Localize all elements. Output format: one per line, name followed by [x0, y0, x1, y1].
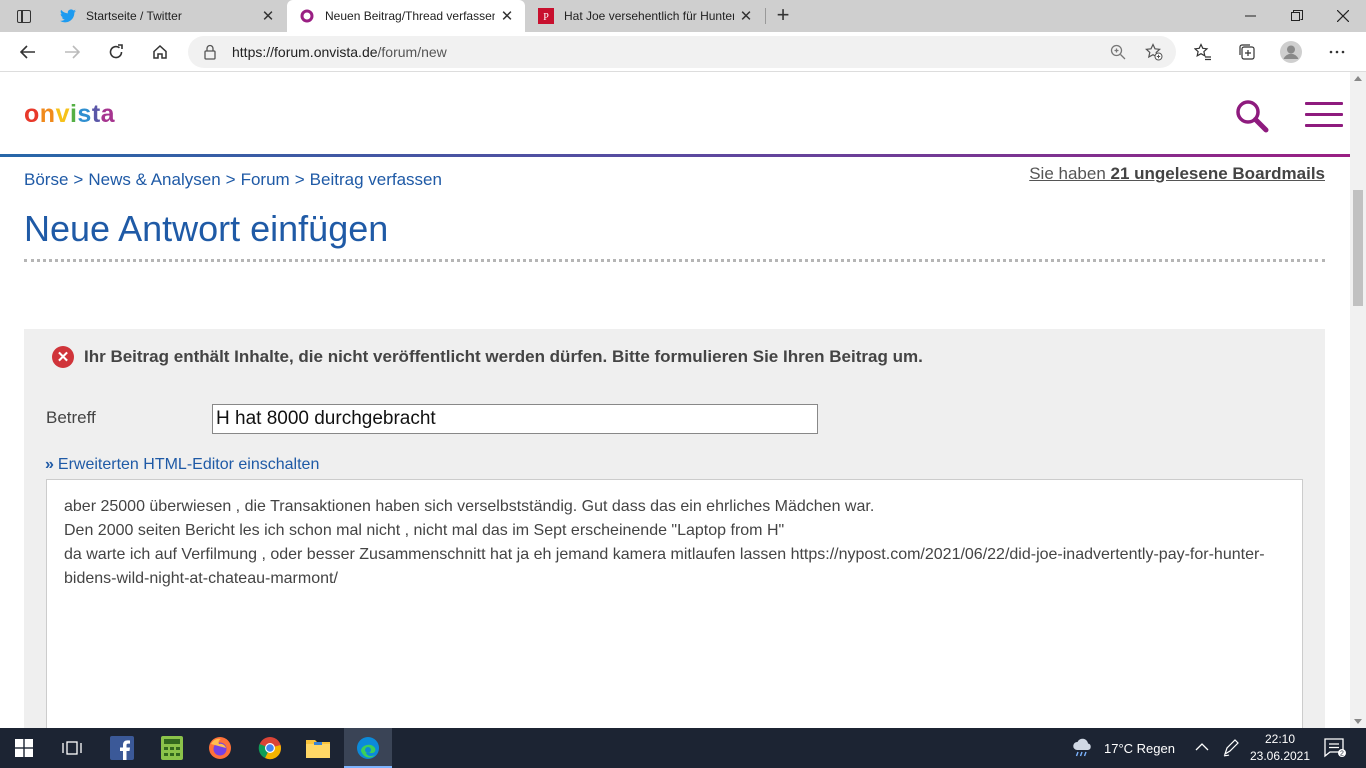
scroll-down-icon[interactable]: [1354, 719, 1362, 724]
message-line: Den 2000 seiten Bericht les ich schon ma…: [64, 519, 1285, 543]
forward-icon[interactable]: [57, 37, 87, 67]
boardmail-prefix: Sie haben: [1029, 164, 1110, 183]
page-content: onvista Börse > News & Analysen > Forum > Beit…: [0, 72, 1350, 728]
windows-start-icon[interactable]: [0, 728, 48, 768]
page-title: Neue Antwort einfügen: [24, 208, 388, 250]
reply-form: ✕ Ihr Beitrag enthält Inhalte, die nicht…: [24, 329, 1325, 728]
onvista-icon: [299, 8, 315, 24]
double-chevron-icon: »: [45, 456, 54, 473]
tab-separator: [765, 8, 766, 24]
calculator-icon[interactable]: [148, 728, 196, 768]
breadcrumb-news-analysen[interactable]: News & Analysen: [88, 170, 220, 189]
onvista-logo[interactable]: onvista: [24, 100, 115, 129]
file-explorer-icon[interactable]: [294, 728, 342, 768]
more-options-icon[interactable]: [1322, 37, 1352, 67]
tab-title: Startseite / Twitter: [86, 9, 256, 23]
tab-title: Neuen Beitrag/Thread verfassen: [325, 9, 495, 23]
lock-icon[interactable]: [204, 44, 216, 60]
logo-letter: s: [77, 100, 91, 129]
breadcrumb-separator: >: [73, 170, 83, 189]
error-text: Ihr Beitrag enthält Inhalte, die nicht v…: [84, 347, 923, 367]
twitter-icon: [60, 8, 76, 24]
browser-tab-strip: Startseite / Twitter ✕ Neuen Beitrag/Thr…: [0, 0, 1366, 32]
error-message: ✕ Ihr Beitrag enthält Inhalte, die nicht…: [52, 346, 923, 368]
hamburger-menu-icon[interactable]: [1305, 102, 1343, 128]
subject-label: Betreff: [46, 408, 96, 428]
system-clock[interactable]: 22:10 23.06.2021: [1248, 731, 1312, 765]
html-editor-toggle-link[interactable]: »Erweiterten HTML-Editor einschalten: [45, 456, 319, 474]
message-line: da warte ich auf Verfilmung , oder besse…: [64, 543, 1285, 591]
clock-time: 22:10: [1248, 731, 1312, 748]
subject-field[interactable]: [212, 404, 818, 434]
profile-avatar[interactable]: [1276, 37, 1306, 67]
breadcrumb-forum[interactable]: Forum: [241, 170, 290, 189]
site-header: onvista: [0, 72, 1350, 158]
breadcrumb-separator: >: [226, 170, 236, 189]
breadcrumb-boerse[interactable]: Börse: [24, 170, 68, 189]
new-tab-icon[interactable]: +: [770, 3, 796, 29]
close-tab-icon[interactable]: ✕: [734, 7, 758, 25]
browser-toolbar: https://forum.onvista.de/forum/new: [0, 32, 1366, 72]
close-tab-icon[interactable]: ✕: [256, 7, 280, 25]
task-view-icon[interactable]: [48, 728, 96, 768]
pen-icon[interactable]: [1222, 739, 1240, 762]
zoom-icon[interactable]: [1108, 42, 1128, 62]
logo-letter: o: [24, 100, 40, 129]
chevron-up-icon[interactable]: [1195, 739, 1209, 755]
message-textarea[interactable]: aber 25000 überwiesen , die Transaktione…: [46, 479, 1303, 728]
edge-icon[interactable]: [344, 728, 392, 768]
url-text: https://forum.onvista.de/forum/new: [232, 44, 447, 60]
add-favorite-icon[interactable]: [1144, 42, 1164, 62]
clock-date: 23.06.2021: [1248, 748, 1312, 765]
message-line: aber 25000 überwiesen , die Transaktione…: [64, 495, 1285, 519]
facebook-icon[interactable]: [98, 728, 146, 768]
tab-nypost[interactable]: P Hat Joe versehentlich für Hunter ✕: [526, 0, 764, 32]
chrome-icon[interactable]: [246, 728, 294, 768]
boardmail-link[interactable]: Sie haben 21 ungelesene Boardmails: [1029, 164, 1325, 184]
logo-letter: v: [56, 100, 70, 129]
scroll-up-icon[interactable]: [1354, 76, 1362, 81]
logo-letter: t: [92, 100, 101, 129]
collections-icon[interactable]: [1232, 37, 1262, 67]
nypost-icon: P: [538, 8, 554, 24]
weather-text[interactable]: 17°C Regen: [1104, 741, 1175, 756]
minimize-icon[interactable]: [1228, 0, 1274, 32]
weather-rain-icon[interactable]: [1072, 738, 1094, 763]
scrollbar-thumb[interactable]: [1353, 190, 1363, 306]
title-divider: [24, 259, 1325, 262]
close-window-icon[interactable]: [1320, 0, 1366, 32]
svg-text:P: P: [543, 12, 549, 23]
close-tab-icon[interactable]: ✕: [495, 7, 519, 25]
tab-title: Hat Joe versehentlich für Hunter: [564, 9, 734, 23]
reload-icon[interactable]: [101, 37, 131, 67]
breadcrumb-separator: >: [295, 170, 305, 189]
breadcrumb: Börse > News & Analysen > Forum > Beitrag verf…: [24, 170, 442, 190]
back-icon[interactable]: [13, 37, 43, 67]
boardmail-count: 21 ungelesene Boardmails: [1111, 164, 1325, 183]
error-icon: ✕: [52, 346, 74, 368]
firefox-icon[interactable]: [196, 728, 244, 768]
tab-onvista[interactable]: Neuen Beitrag/Thread verfassen ✕: [287, 0, 525, 32]
favorites-icon[interactable]: [1188, 37, 1218, 67]
html-editor-toggle-label: Erweiterten HTML-Editor einschalten: [58, 456, 319, 473]
restore-icon[interactable]: [1274, 0, 1320, 32]
search-icon[interactable]: [1234, 98, 1270, 134]
svg-text:2: 2: [1340, 751, 1344, 758]
tab-twitter[interactable]: Startseite / Twitter ✕: [48, 0, 286, 32]
address-bar[interactable]: https://forum.onvista.de/forum/new: [188, 36, 1176, 68]
header-divider: [0, 154, 1350, 157]
windows-taskbar: 17°C Regen 22:10 23.06.2021 2: [0, 728, 1366, 768]
logo-letter: n: [40, 100, 56, 129]
notification-icon[interactable]: 2: [1324, 738, 1346, 763]
tab-actions-icon[interactable]: [10, 7, 38, 25]
home-icon[interactable]: [145, 37, 175, 67]
logo-letter: a: [101, 100, 115, 129]
logo-letter: i: [70, 100, 77, 129]
page-scrollbar[interactable]: [1350, 72, 1366, 728]
breadcrumb-beitrag-verfassen[interactable]: Beitrag verfassen: [310, 170, 442, 189]
